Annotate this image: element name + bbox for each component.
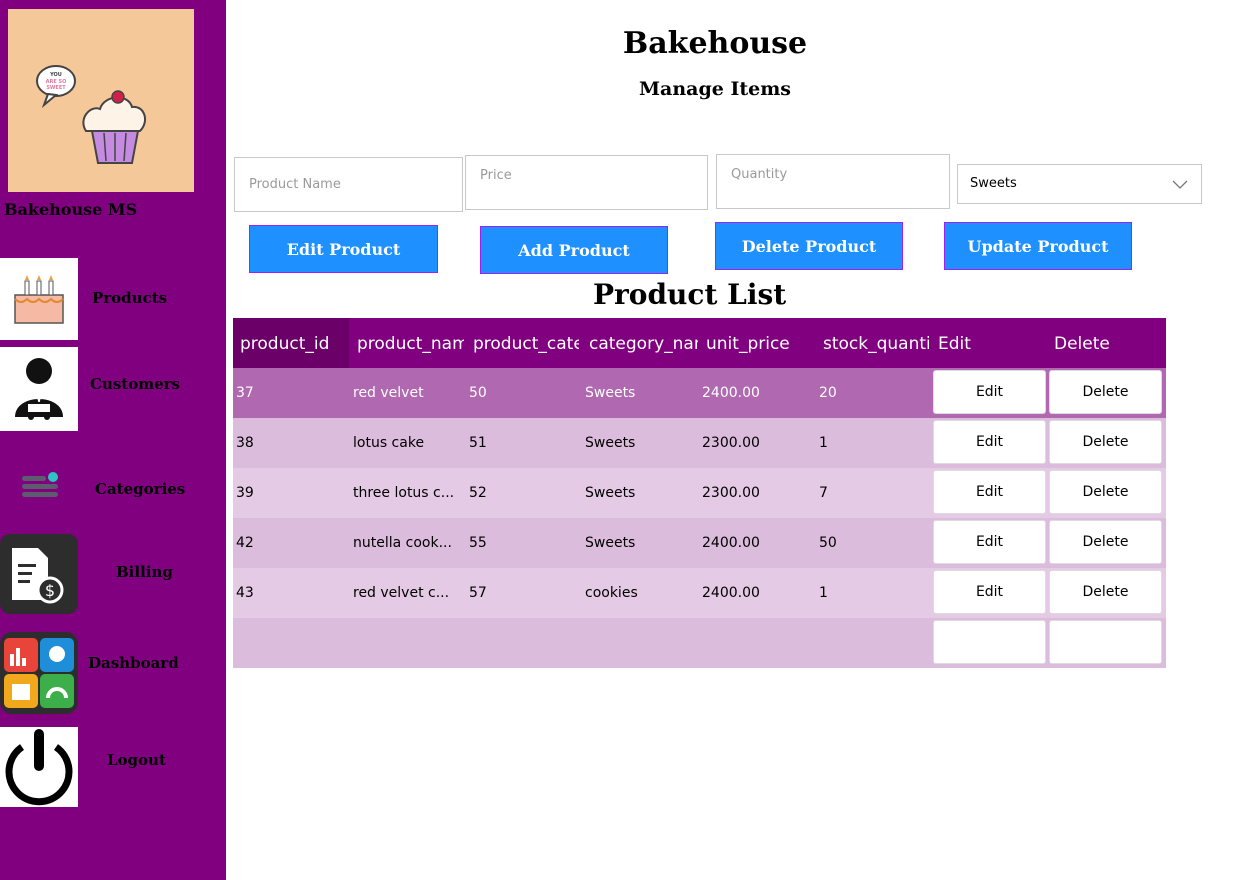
row-edit-button[interactable]: Edit xyxy=(933,420,1046,464)
cell-category-name: Sweets xyxy=(585,535,636,551)
brand-name: Bakehouse MS xyxy=(4,200,138,219)
cell-unit-price: 2400.00 xyxy=(702,535,760,551)
row-edit-button[interactable]: Edit xyxy=(933,370,1046,414)
new-row[interactable] xyxy=(233,618,1166,668)
table-row[interactable]: 38 lotus cake 51 Sweets 2300.00 1 Edit D… xyxy=(233,418,1166,468)
menu-lines-icon xyxy=(22,472,58,497)
cell-unit-price: 2300.00 xyxy=(702,435,760,451)
billing-nav-label[interactable]: Billing xyxy=(116,563,173,581)
products-nav-label[interactable]: Products xyxy=(92,289,167,307)
column-header-unit-price[interactable]: unit_price xyxy=(706,318,816,368)
cell-product-name: red velvet c... xyxy=(353,585,450,601)
category-select-value: Sweets xyxy=(970,176,1017,191)
row-delete-button[interactable]: Delete xyxy=(1049,370,1162,414)
categories-nav-label[interactable]: Categories xyxy=(95,480,185,498)
cell-product-category: 52 xyxy=(469,485,487,501)
column-header-category-name[interactable]: category_name xyxy=(589,318,698,368)
column-header-edit[interactable]: Edit xyxy=(938,318,1038,368)
cell-product-category: 55 xyxy=(469,535,487,551)
row-edit-button[interactable]: Edit xyxy=(933,470,1046,514)
svg-text:$: $ xyxy=(45,581,55,600)
billing-nav-icon[interactable]: $ xyxy=(0,534,78,614)
cell-product-id: 39 xyxy=(236,485,254,501)
row-delete-button[interactable]: Delete xyxy=(1049,570,1162,614)
dashboard-icon xyxy=(4,638,74,708)
cell-unit-price: 2300.00 xyxy=(702,485,760,501)
cell-product-id: 38 xyxy=(236,435,254,451)
customer-icon xyxy=(15,358,63,420)
svg-text:SWEET: SWEET xyxy=(46,85,66,91)
products-nav-icon[interactable] xyxy=(0,258,78,340)
add-product-button[interactable]: Add Product xyxy=(480,226,668,274)
cell-stock-quantity: 50 xyxy=(819,535,837,551)
cell-product-name: lotus cake xyxy=(353,435,425,451)
row-edit-button[interactable]: Edit xyxy=(933,570,1046,614)
cell-category-name: Sweets xyxy=(585,485,636,501)
cell-stock-quantity: 1 xyxy=(819,435,828,451)
svg-text:YOU: YOU xyxy=(49,72,62,78)
product-list-title: Product List xyxy=(593,278,787,311)
chevron-down-icon xyxy=(1172,180,1188,189)
price-input[interactable] xyxy=(465,155,708,210)
logout-nav-icon[interactable] xyxy=(0,727,78,807)
cake-icon xyxy=(14,275,64,324)
update-product-button[interactable]: Update Product xyxy=(944,222,1132,270)
cell-category-name: Sweets xyxy=(585,435,636,451)
customers-nav-label[interactable]: Customers xyxy=(90,375,180,393)
table-row[interactable]: 42 nutella cook... 55 Sweets 2400.00 50 … xyxy=(233,518,1166,568)
cell-product-name: red velvet xyxy=(353,385,424,401)
cell-stock-quantity: 7 xyxy=(819,485,828,501)
cell-unit-price: 2400.00 xyxy=(702,585,760,601)
dashboard-nav-icon[interactable] xyxy=(0,632,78,714)
grid-header: product_id product_name product_category… xyxy=(233,318,1166,368)
cupcake-logo-icon: YOU ARE SO SWEET xyxy=(36,65,147,164)
row-delete-button[interactable]: Delete xyxy=(1049,420,1162,464)
column-header-product-name[interactable]: product_name xyxy=(357,318,464,368)
new-row-delete-button[interactable] xyxy=(1049,620,1162,664)
customers-nav-icon[interactable] xyxy=(0,347,78,431)
delete-product-button[interactable]: Delete Product xyxy=(715,222,903,270)
cell-category-name: Sweets xyxy=(585,385,636,401)
cell-product-id: 37 xyxy=(236,385,254,401)
cell-product-name: three lotus c... xyxy=(353,485,455,501)
page-subtitle: Manage Items xyxy=(638,78,791,100)
table-row[interactable]: 39 three lotus c... 52 Sweets 2300.00 7 … xyxy=(233,468,1166,518)
cell-stock-quantity: 20 xyxy=(819,385,837,401)
column-header-product-id[interactable]: product_id xyxy=(240,318,350,368)
cell-category-name: cookies xyxy=(585,585,638,601)
product-name-input[interactable] xyxy=(234,157,463,212)
cell-product-category: 50 xyxy=(469,385,487,401)
cell-product-id: 43 xyxy=(236,585,254,601)
table-row[interactable]: 37 red velvet 50 Sweets 2400.00 20 Edit … xyxy=(233,368,1166,418)
column-header-stock-quantity[interactable]: stock_quantity xyxy=(823,318,929,368)
quantity-input[interactable] xyxy=(716,154,950,209)
edit-product-button[interactable]: Edit Product xyxy=(249,225,438,273)
invoice-icon: $ xyxy=(12,548,64,604)
category-select[interactable]: Sweets xyxy=(957,164,1202,204)
table-row[interactable]: 43 red velvet c... 57 cookies 2400.00 1 … xyxy=(233,568,1166,618)
categories-nav-icon[interactable] xyxy=(18,468,62,504)
cell-stock-quantity: 1 xyxy=(819,585,828,601)
app-title: Bakehouse xyxy=(622,26,808,61)
cell-product-category: 57 xyxy=(469,585,487,601)
logout-nav-label[interactable]: Logout xyxy=(107,751,166,769)
row-delete-button[interactable]: Delete xyxy=(1049,520,1162,564)
column-header-delete[interactable]: Delete xyxy=(1054,318,1154,368)
power-icon xyxy=(5,729,73,806)
cell-product-name: nutella cook... xyxy=(353,535,452,551)
row-edit-button[interactable]: Edit xyxy=(933,520,1046,564)
new-row-edit-button[interactable] xyxy=(933,620,1046,664)
cell-product-id: 42 xyxy=(236,535,254,551)
cell-product-category: 51 xyxy=(469,435,487,451)
column-header-product-category[interactable]: product_category xyxy=(473,318,579,368)
logo: YOU ARE SO SWEET xyxy=(8,9,194,192)
row-delete-button[interactable]: Delete xyxy=(1049,470,1162,514)
dashboard-nav-label[interactable]: Dashboard xyxy=(88,654,179,672)
cell-unit-price: 2400.00 xyxy=(702,385,760,401)
